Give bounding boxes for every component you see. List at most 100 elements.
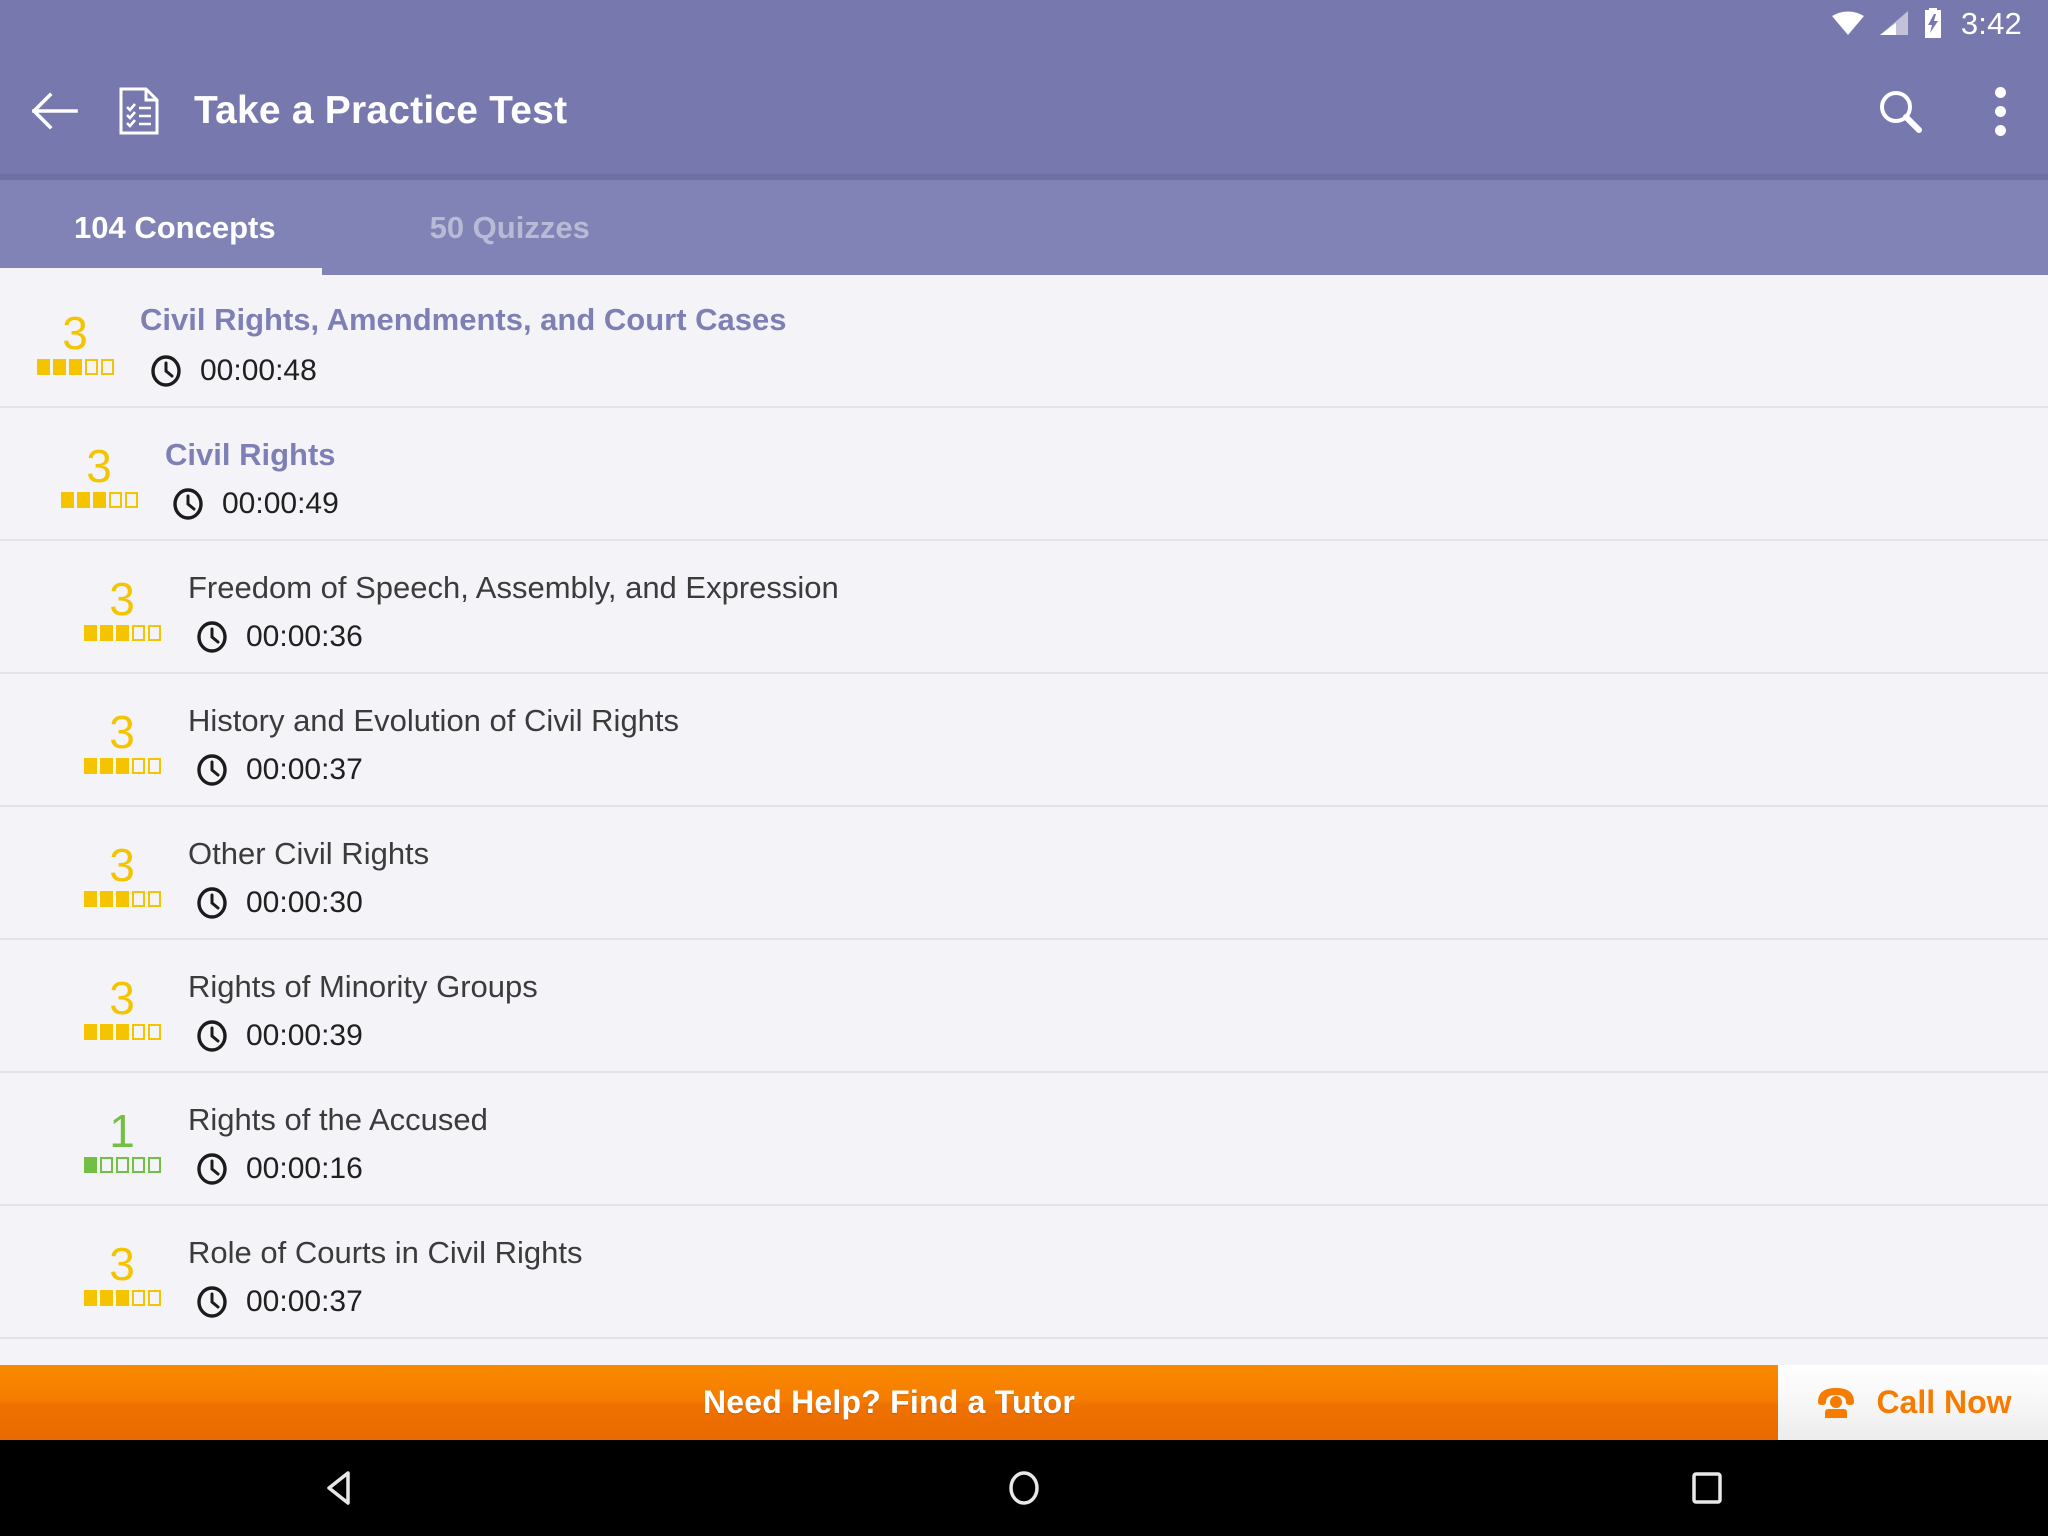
- pip-filled: [83, 1290, 97, 1306]
- pip-filled: [115, 1290, 129, 1306]
- pip-filled: [99, 1290, 113, 1306]
- nav-recents-icon: [1691, 1472, 1722, 1504]
- concept-row[interactable]: 3 Civil Rights 00:00:49: [0, 408, 2048, 541]
- mastery-rating-pips: [83, 1290, 161, 1306]
- clock-icon: [197, 887, 227, 919]
- pip-filled: [99, 891, 113, 907]
- concept-title: Freedom of Speech, Assembly, and Express…: [188, 570, 839, 605]
- pip-filled: [83, 625, 97, 641]
- pip-filled: [36, 359, 50, 375]
- pip-empty: [147, 1024, 161, 1040]
- pip-empty: [131, 1024, 145, 1040]
- pip-empty: [131, 625, 145, 641]
- nav-back-icon: [327, 1471, 351, 1505]
- concept-list[interactable]: 3 Civil Rights, Amendments, and Court Cas…: [0, 275, 2048, 1365]
- concept-time: 00:00:16: [196, 1153, 363, 1185]
- mastery-rating-pips: [60, 492, 138, 508]
- mastery-rating-number: 3: [109, 839, 135, 891]
- pip-empty: [147, 625, 161, 641]
- mastery-rating-number: 3: [109, 1238, 135, 1290]
- pip-filled: [83, 1024, 97, 1040]
- concept-time-label: 00:00:39: [246, 1019, 363, 1052]
- clock-icon: [197, 1286, 227, 1318]
- nav-home-icon: [1009, 1471, 1039, 1505]
- nav-back-button[interactable]: [0, 1465, 683, 1511]
- mastery-rating-pips: [83, 625, 161, 641]
- nav-recents-button[interactable]: [1365, 1465, 2048, 1511]
- app-toolbar: Take a Practice Test: [0, 46, 2048, 176]
- tab-concepts[interactable]: 104 Concepts: [0, 180, 350, 275]
- concept-title: Other Civil Rights: [188, 836, 430, 871]
- concept-time: 00:00:39: [196, 1020, 363, 1052]
- tutor-ad-banner: Need Help? Find a Tutor Call Now: [0, 1365, 2048, 1440]
- concept-row[interactable]: 3 History and Evolution of Civil Rights 00…: [0, 674, 2048, 807]
- concept-time: 00:00:30: [196, 887, 363, 919]
- tab-quizzes[interactable]: 50 Quizzes: [350, 180, 664, 275]
- mastery-rating-pips: [83, 758, 161, 774]
- pip-filled: [52, 359, 66, 375]
- concept-row[interactable]: 3 Role of Courts in Civil Rights 00:00:37: [0, 1206, 2048, 1339]
- mastery-rating-number: 3: [109, 706, 135, 758]
- clock-icon: [173, 488, 203, 520]
- concept-time-label: 00:00:49: [222, 487, 339, 520]
- nav-home-button[interactable]: [683, 1465, 1366, 1511]
- concept-row[interactable]: 1 Rights of the Accused 00:00:16: [0, 1073, 2048, 1206]
- pip-empty: [131, 1157, 145, 1173]
- mastery-rating-badge: 3: [0, 1339, 2048, 1365]
- pip-empty: [100, 359, 114, 375]
- pip-filled: [68, 359, 82, 375]
- pip-filled: [115, 891, 129, 907]
- search-button[interactable]: [1848, 88, 1952, 134]
- tab-active-indicator: [0, 268, 322, 275]
- concept-row[interactable]: 3 Civil Rights, Amendments, and Court Cas…: [0, 275, 2048, 408]
- pip-empty: [147, 891, 161, 907]
- clock-icon: [197, 1153, 227, 1185]
- concept-time: 00:00:37: [196, 754, 363, 786]
- find-tutor-button[interactable]: Need Help? Find a Tutor: [0, 1365, 1778, 1440]
- pip-filled: [115, 758, 129, 774]
- pip-empty: [147, 758, 161, 774]
- concept-row[interactable]: 3 Rights of Minority Groups 00:00:39: [0, 940, 2048, 1073]
- concept-time: 00:00:48: [150, 355, 317, 387]
- back-arrow-icon: [32, 92, 78, 130]
- more-vertical-icon: [1994, 105, 2006, 117]
- concept-row[interactable]: 3Women's Rights: [0, 1339, 2048, 1365]
- pip-filled: [99, 625, 113, 641]
- concept-time-label: 00:00:16: [246, 1152, 363, 1185]
- concept-title: Civil Rights: [165, 437, 336, 472]
- call-now-button[interactable]: Call Now: [1778, 1365, 2048, 1440]
- pip-filled: [92, 492, 106, 508]
- concept-time: 00:00:36: [196, 621, 363, 653]
- concept-title: Civil Rights, Amendments, and Court Case…: [140, 302, 787, 337]
- concept-time-label: 00:00:30: [246, 886, 363, 919]
- clock-icon: [197, 754, 227, 786]
- concept-row[interactable]: 3 Freedom of Speech, Assembly, and Expres…: [0, 541, 2048, 674]
- concept-row[interactable]: 3 Other Civil Rights 00:00:30: [0, 807, 2048, 940]
- pip-filled: [115, 625, 129, 641]
- mastery-rating-pips: [36, 359, 114, 375]
- pip-empty: [124, 492, 138, 508]
- clock-icon: [197, 621, 227, 653]
- tab-quizzes-label: 50 Quizzes: [429, 209, 590, 245]
- clock-icon: [197, 1020, 227, 1052]
- mastery-rating-number: 3: [62, 307, 88, 359]
- pip-empty: [84, 359, 98, 375]
- wifi-icon: [1831, 11, 1864, 35]
- page-title: Take a Practice Test: [194, 89, 568, 132]
- back-button[interactable]: [0, 92, 110, 130]
- concept-title: History and Evolution of Civil Rights: [188, 703, 680, 738]
- find-tutor-label: Need Help? Find a Tutor: [702, 1384, 1075, 1420]
- concept-time-label: 00:00:36: [246, 620, 363, 653]
- screen-root: 3:42 Take a Practice Test 104 Concepts 5…: [0, 0, 2048, 1536]
- overflow-menu-button[interactable]: [1952, 86, 2048, 136]
- pip-empty: [147, 1157, 161, 1173]
- concept-time-label: 00:00:37: [246, 1285, 363, 1318]
- mastery-rating-pips: [83, 1024, 161, 1040]
- concept-title: Role of Courts in Civil Rights: [188, 1235, 583, 1270]
- more-vertical-icon: [1994, 124, 2006, 136]
- concept-time: 00:00:37: [196, 1286, 363, 1318]
- pip-empty: [131, 1290, 145, 1306]
- pip-empty: [131, 758, 145, 774]
- mastery-rating-pips: [83, 1157, 161, 1173]
- concept-time-label: 00:00:48: [200, 354, 317, 387]
